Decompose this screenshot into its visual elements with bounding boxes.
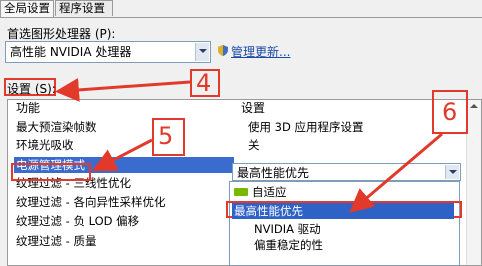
arrow-to-power-mode xyxy=(92,138,153,172)
arrow-to-max-performance xyxy=(349,132,443,213)
annotation-arrows xyxy=(55,77,443,213)
arrow-to-settings xyxy=(55,77,191,102)
